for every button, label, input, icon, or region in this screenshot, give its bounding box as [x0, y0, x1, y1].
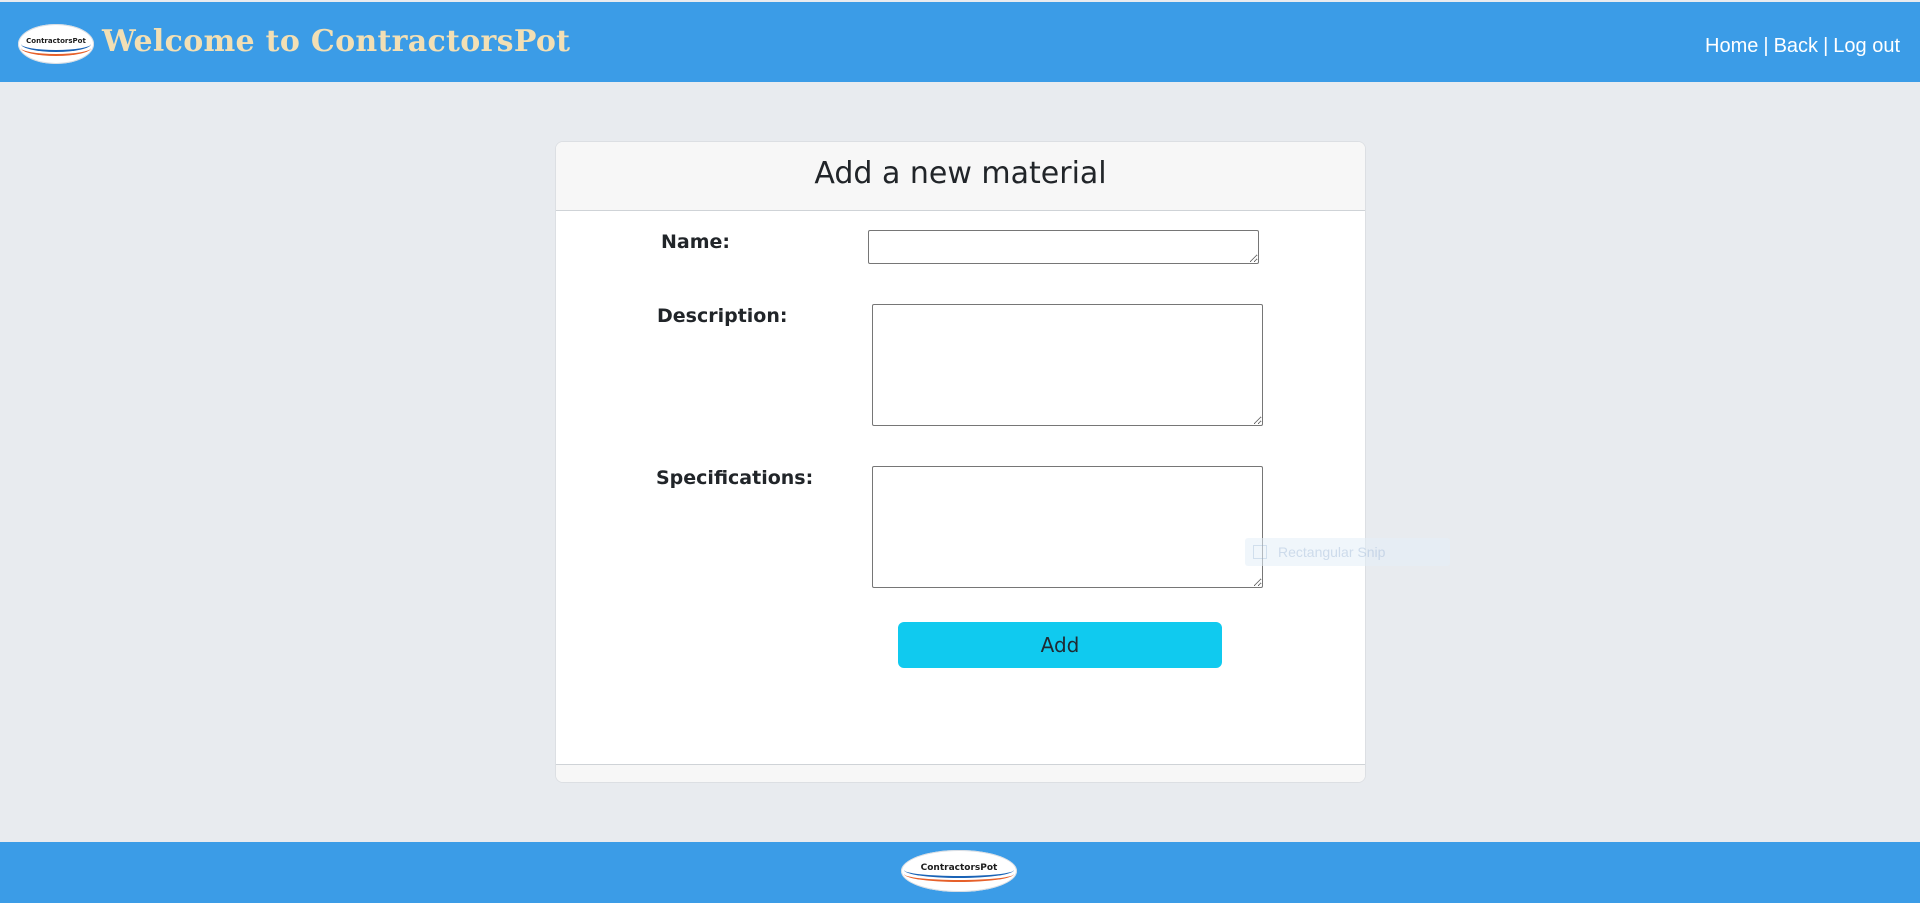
- page-title: Add a new material: [814, 156, 1107, 191]
- snip-tooltip: Rectangular Snip: [1245, 538, 1450, 566]
- snip-icon: [1253, 545, 1267, 559]
- nav-separator: |: [1763, 35, 1769, 57]
- specifications-label: Specifications:: [656, 467, 814, 489]
- footer-logo[interactable]: ContractorsPot: [901, 850, 1017, 892]
- name-field[interactable]: [868, 230, 1259, 264]
- card-header: Add a new material: [556, 142, 1365, 211]
- site-logo[interactable]: ContractorsPot: [18, 24, 94, 64]
- nav-separator: |: [1823, 35, 1829, 57]
- logo-text: ContractorsPot: [26, 37, 86, 45]
- description-field[interactable]: [872, 304, 1263, 426]
- name-label: Name:: [661, 231, 731, 253]
- top-nav: Home | Back | Log out: [1705, 35, 1900, 58]
- specifications-field[interactable]: [872, 466, 1263, 588]
- description-label: Description:: [657, 305, 788, 327]
- snip-tooltip-text: Rectangular Snip: [1278, 544, 1386, 560]
- site-title: Welcome to ContractorsPot: [102, 24, 571, 59]
- page-footer: ContractorsPot: [0, 842, 1920, 903]
- add-button[interactable]: Add: [898, 622, 1222, 668]
- nav-back-link[interactable]: Back: [1774, 35, 1818, 57]
- footer-logo-text: ContractorsPot: [920, 863, 998, 873]
- nav-home-link[interactable]: Home: [1705, 35, 1758, 57]
- nav-logout-link[interactable]: Log out: [1833, 35, 1900, 57]
- card-footer: [556, 764, 1365, 782]
- top-header: ContractorsPot Welcome to ContractorsPot…: [0, 2, 1920, 82]
